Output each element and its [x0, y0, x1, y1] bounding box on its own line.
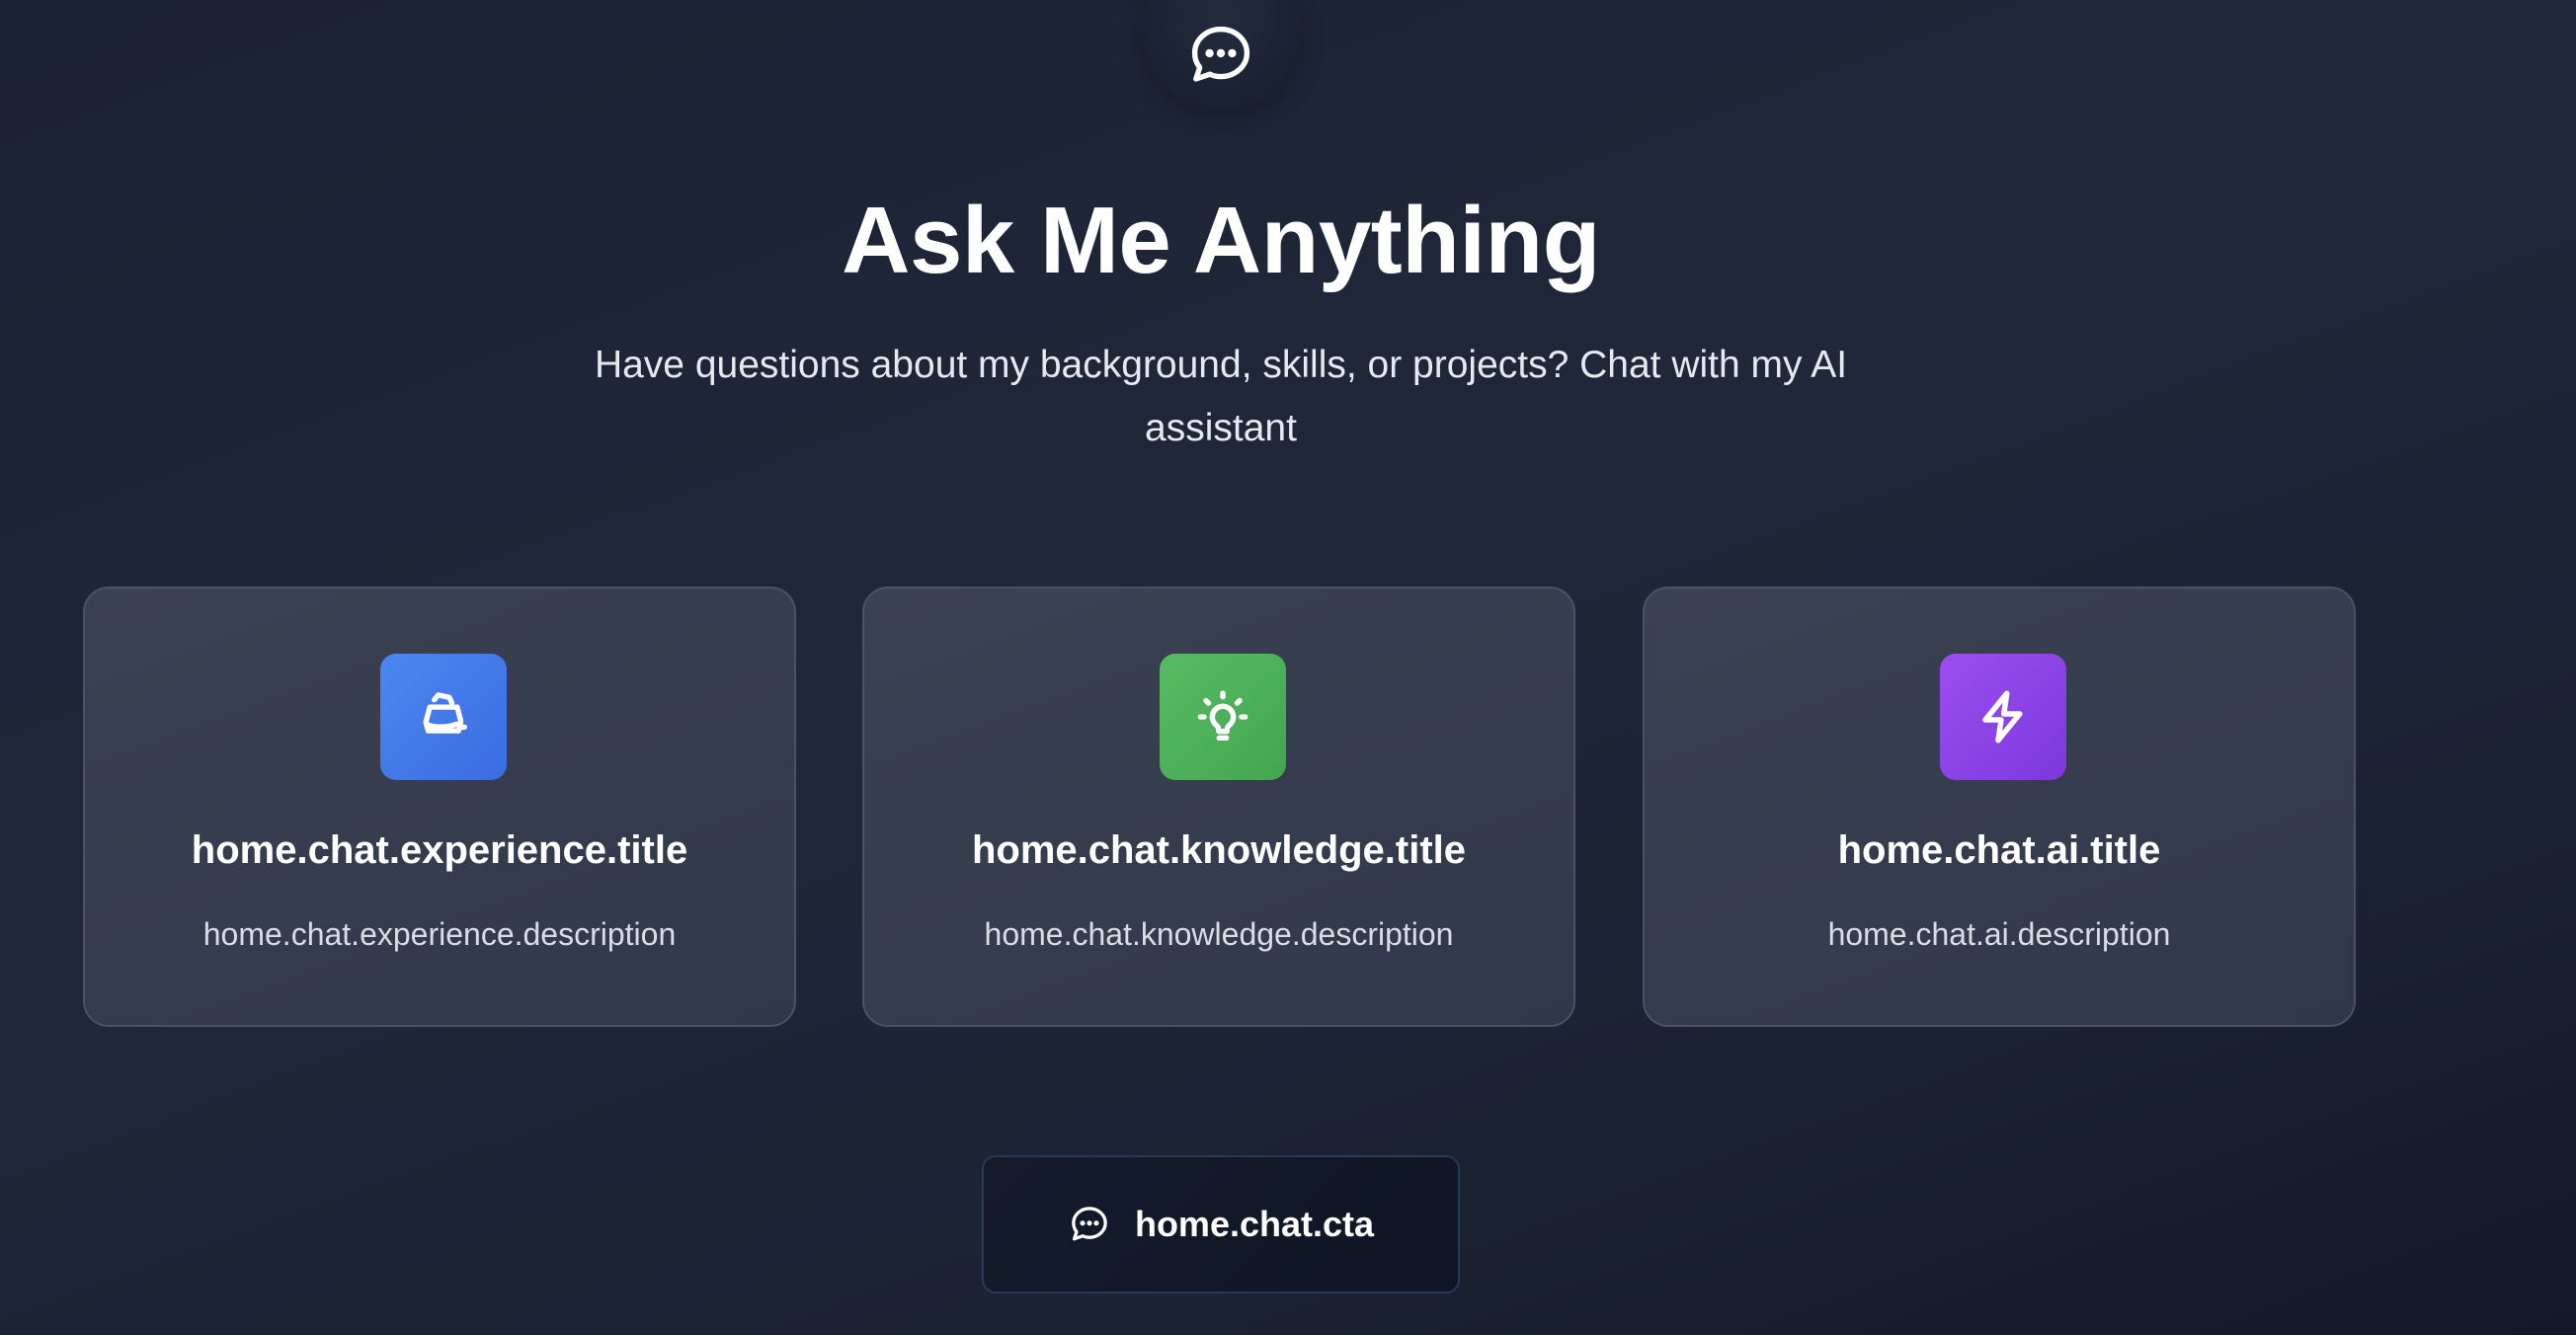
lightbulb-icon-tile — [1160, 654, 1286, 780]
briefcase-icon-tile — [380, 654, 507, 780]
lightbulb-icon — [1197, 690, 1248, 741]
lightning-icon-tile — [1940, 654, 2066, 780]
page-title: Ask Me Anything — [842, 188, 1600, 293]
chat-bubble-icon — [1191, 26, 1250, 82]
feature-card-knowledge[interactable]: home.chat.knowledge.title home.chat.know… — [862, 587, 1575, 1027]
card-title: home.chat.ai.title — [1837, 828, 2161, 872]
card-description: home.chat.experience.description — [202, 916, 677, 952]
chat-bubble-icon — [1072, 1207, 1107, 1241]
chat-cta-button[interactable]: home.chat.cta — [982, 1155, 1460, 1294]
card-description: home.chat.ai.description — [1827, 916, 2171, 952]
lightning-icon — [1982, 690, 2023, 744]
card-title: home.chat.experience.title — [191, 828, 688, 872]
feature-card-ai[interactable]: home.chat.ai.title home.chat.ai.descript… — [1643, 587, 2356, 1027]
briefcase-icon — [423, 692, 467, 734]
chat-avatar-circle — [1142, 0, 1300, 111]
cta-label: home.chat.cta — [1134, 1204, 1375, 1244]
card-description: home.chat.knowledge.description — [984, 916, 1454, 952]
feature-card-experience[interactable]: home.chat.experience.title home.chat.exp… — [83, 587, 796, 1027]
card-title: home.chat.knowledge.title — [971, 828, 1467, 872]
page-subtitle: Have questions about my background, skil… — [594, 344, 1848, 449]
